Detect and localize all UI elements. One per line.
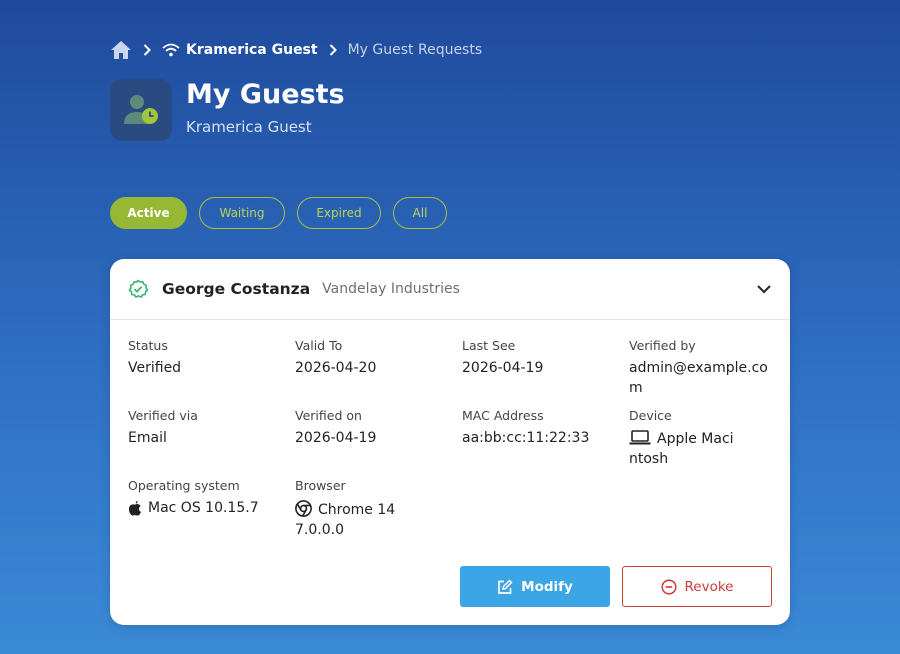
field-value: 2026-04-19 <box>462 360 544 376</box>
filter-tabs: Active Waiting Expired All <box>110 197 447 229</box>
field-browser: Browser Chrome 147.0.0.0 <box>295 479 405 540</box>
field-value: Verified <box>128 360 182 376</box>
page-title: My Guests <box>186 79 345 110</box>
field-label: Device <box>629 408 672 423</box>
chevron-down-icon[interactable] <box>756 284 772 294</box>
field-valid-to: Valid To 2026-04-20 <box>295 339 445 378</box>
guest-company: Vandelay Industries <box>322 281 460 297</box>
field-device: Device Apple Macintosh <box>629 409 739 469</box>
modify-button-label: Modify <box>521 578 573 595</box>
field-last-seen: Last See 2026-04-19 <box>462 339 612 378</box>
filter-waiting[interactable]: Waiting <box>199 197 285 229</box>
field-label: Verified on <box>295 408 362 423</box>
guest-card: George Costanza Vandelay Industries Stat… <box>110 259 790 625</box>
breadcrumb-current: My Guest Requests <box>347 42 483 58</box>
filter-expired[interactable]: Expired <box>297 197 381 229</box>
minus-circle-icon <box>660 578 677 595</box>
field-label: Operating system <box>128 478 240 493</box>
guest-name: George Costanza <box>162 280 311 298</box>
field-operating-system: Operating system Mac OS 10.15.7 <box>128 479 278 518</box>
field-label: Status <box>128 338 168 353</box>
modify-button[interactable]: Modify <box>460 566 610 607</box>
breadcrumb-org-link[interactable]: Kramerica Guest <box>162 42 318 58</box>
field-value: 2026-04-19 <box>295 430 377 446</box>
field-label: Browser <box>295 478 346 493</box>
home-icon[interactable] <box>110 40 132 60</box>
field-value: Mac OS 10.15.7 <box>128 498 278 518</box>
field-verified-by: Verified by admin@example.com <box>629 339 769 398</box>
chevron-right-icon <box>140 43 154 57</box>
chevron-right-icon <box>326 43 340 57</box>
field-label: Verified by <box>629 338 696 353</box>
breadcrumb-org-label: Kramerica Guest <box>186 42 318 58</box>
apple-icon <box>128 500 142 516</box>
revoke-button-label: Revoke <box>684 578 734 595</box>
field-label: Verified via <box>128 408 198 423</box>
breadcrumb: Kramerica Guest My Guest Requests <box>110 39 482 61</box>
field-value: Apple Macintosh <box>629 430 734 467</box>
filter-all[interactable]: All <box>393 197 447 229</box>
wifi-icon <box>162 43 180 57</box>
field-label: Last See <box>462 338 516 353</box>
field-label: MAC Address <box>462 408 544 423</box>
edit-icon <box>497 578 513 595</box>
field-label: Valid To <box>295 338 343 353</box>
laptop-icon <box>629 430 651 445</box>
guest-clock-icon <box>110 79 172 141</box>
filter-active[interactable]: Active <box>110 197 187 229</box>
revoke-button[interactable]: Revoke <box>622 566 772 607</box>
field-value: 2026-04-20 <box>295 360 377 376</box>
field-value: Chrome 147.0.0.0 <box>295 500 396 538</box>
page-subtitle: Kramerica Guest <box>186 118 312 136</box>
field-status: Status Verified <box>128 339 278 378</box>
verified-check-icon <box>128 279 148 299</box>
field-value: aa:bb:cc:11:22:33 <box>462 430 590 446</box>
field-value: Email <box>128 430 167 446</box>
chrome-icon <box>295 500 312 517</box>
guest-card-header[interactable]: George Costanza Vandelay Industries <box>110 259 790 320</box>
field-mac-address: MAC Address aa:bb:cc:11:22:33 <box>462 409 612 448</box>
field-verified-via: Verified via Email <box>128 409 278 448</box>
page-header: My Guests Kramerica Guest <box>110 79 345 141</box>
field-value: admin@example.com <box>629 360 768 396</box>
field-verified-on: Verified on 2026-04-19 <box>295 409 445 448</box>
